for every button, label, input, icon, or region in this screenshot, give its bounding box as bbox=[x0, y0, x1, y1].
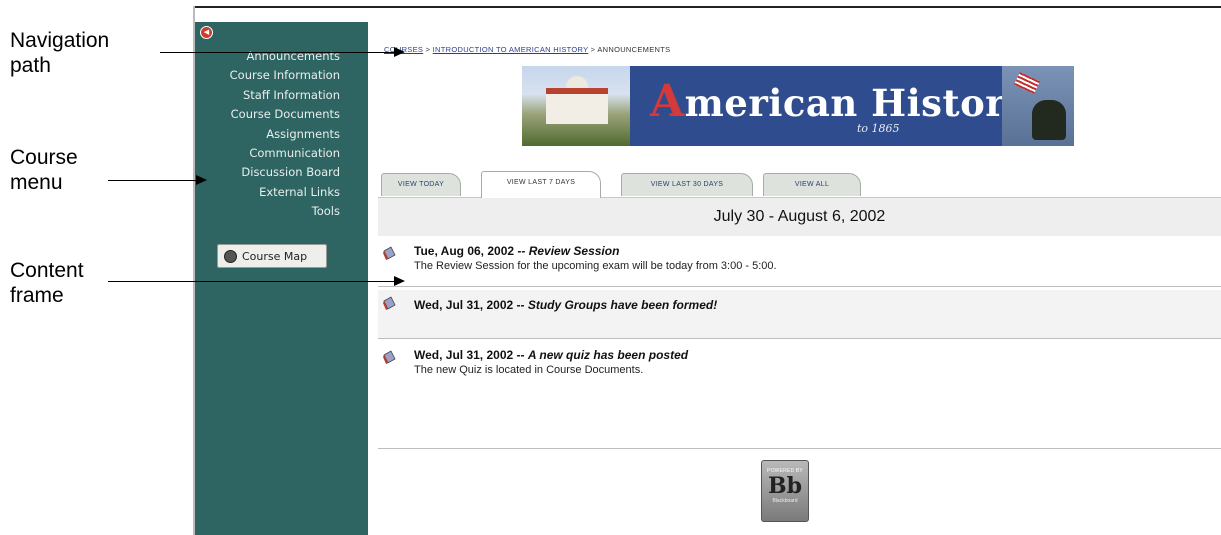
flag-icon bbox=[1014, 72, 1040, 94]
menu-item-staff-information[interactable]: Staff Information bbox=[230, 86, 340, 105]
annotation-content-frame: Content frame bbox=[10, 258, 84, 308]
menu-item-communication[interactable]: Communication bbox=[230, 144, 340, 163]
menu-item-discussion-board[interactable]: Discussion Board bbox=[230, 163, 340, 182]
menu-item-course-information[interactable]: Course Information bbox=[230, 66, 340, 85]
collapse-menu-icon[interactable]: ◀ bbox=[200, 26, 213, 39]
announcement-title: Tue, Aug 06, 2002 -- Review Session bbox=[414, 244, 619, 258]
annotation-arrow-line bbox=[160, 52, 394, 53]
course-menu: ◀ Announcements Course Information Staff… bbox=[195, 22, 368, 535]
course-map-icon bbox=[224, 250, 237, 263]
announcement-item: Wed, Jul 31, 2002 -- A new quiz has been… bbox=[378, 344, 1221, 384]
annotation-line1: Navigation bbox=[10, 29, 110, 52]
announcement-body: The Review Session for the upcoming exam… bbox=[414, 260, 777, 272]
blackboard-logo[interactable]: POWERED BY Bb Blackboard bbox=[761, 460, 809, 522]
announcement-item: Wed, Jul 31, 2002 -- Study Groups have b… bbox=[378, 290, 1221, 338]
announcement-divider bbox=[378, 286, 1221, 287]
announcement-title: Wed, Jul 31, 2002 -- Study Groups have b… bbox=[414, 298, 717, 312]
annotation-line2: frame bbox=[10, 284, 64, 307]
banner-title-initial: A bbox=[650, 76, 685, 127]
breadcrumb-course-link[interactable]: INTRODUCTION TO AMERICAN HISTORY bbox=[433, 45, 589, 54]
arrow-head-icon bbox=[196, 175, 207, 185]
breadcrumb-separator: > bbox=[425, 45, 431, 54]
window-top-border bbox=[193, 6, 1221, 8]
annotation-line1: Content bbox=[10, 259, 84, 282]
announcement-subject: Study Groups have been formed! bbox=[527, 298, 718, 312]
horse-rider-icon bbox=[1032, 100, 1066, 140]
bb-mark: Bb bbox=[768, 473, 802, 499]
announcement-megaphone-icon bbox=[383, 350, 396, 364]
course-map-label: Course Map bbox=[242, 250, 308, 263]
content-frame: COURSES > INTRODUCTION TO AMERICAN HISTO… bbox=[372, 22, 1221, 535]
annotation-arrow-line bbox=[108, 281, 394, 282]
annotation-arrow-line bbox=[108, 180, 196, 181]
menu-item-external-links[interactable]: External Links bbox=[230, 183, 340, 202]
menu-item-assignments[interactable]: Assignments bbox=[230, 125, 340, 144]
announcement-title: Wed, Jul 31, 2002 -- A new quiz has been… bbox=[414, 348, 688, 362]
monticello-photo bbox=[522, 66, 630, 146]
course-menu-list: Announcements Course Information Staff I… bbox=[230, 47, 340, 222]
banner-subtitle: to 1865 bbox=[857, 122, 900, 135]
course-map-button[interactable]: Course Map bbox=[217, 244, 327, 268]
annotation-line2: menu bbox=[10, 171, 63, 194]
tab-view-last-7-days[interactable]: VIEW LAST 7 DAYS bbox=[481, 171, 601, 198]
arrow-head-icon bbox=[394, 47, 405, 57]
announcement-date: Wed, Jul 31, 2002 -- bbox=[414, 298, 528, 312]
announcement-subject: Review Session bbox=[528, 244, 620, 258]
tab-view-all[interactable]: VIEW ALL bbox=[763, 173, 861, 196]
banner-title-rest: merican History bbox=[684, 81, 1028, 125]
footer-divider bbox=[378, 448, 1221, 449]
announcement-date: Wed, Jul 31, 2002 -- bbox=[414, 348, 528, 362]
rider-photo bbox=[1002, 66, 1074, 146]
annotation-course-menu: Course menu bbox=[10, 145, 78, 195]
announcement-megaphone-icon bbox=[383, 246, 396, 260]
breadcrumb-separator: > bbox=[590, 45, 596, 54]
menu-item-tools[interactable]: Tools bbox=[230, 202, 340, 221]
breadcrumb: COURSES > INTRODUCTION TO AMERICAN HISTO… bbox=[384, 45, 670, 54]
menu-item-announcements[interactable]: Announcements bbox=[230, 47, 340, 66]
banner-house-shape bbox=[546, 88, 608, 124]
announcement-megaphone-icon bbox=[383, 296, 396, 310]
announcement-item: Tue, Aug 06, 2002 -- Review Session The … bbox=[378, 242, 1221, 282]
announcement-subject: A new quiz has been posted bbox=[527, 348, 689, 362]
tab-view-last-30-days[interactable]: VIEW LAST 30 DAYS bbox=[621, 173, 753, 196]
arrow-head-icon bbox=[394, 276, 405, 286]
breadcrumb-current: ANNOUNCEMENTS bbox=[597, 45, 671, 54]
annotation-line2: path bbox=[10, 54, 51, 77]
announcement-body: The new Quiz is located in Course Docume… bbox=[414, 364, 644, 376]
announcement-divider bbox=[378, 338, 1221, 339]
banner-title: American History bbox=[650, 76, 1027, 127]
menu-item-course-documents[interactable]: Course Documents bbox=[230, 105, 340, 124]
course-banner: American History to 1865 bbox=[522, 66, 1074, 146]
tab-view-today[interactable]: VIEW TODAY bbox=[381, 173, 461, 196]
annotation-navigation-path: Navigation path bbox=[10, 28, 109, 78]
annotation-line1: Course bbox=[10, 146, 78, 169]
date-range-header: July 30 - August 6, 2002 bbox=[378, 197, 1221, 236]
announcement-date: Tue, Aug 06, 2002 -- bbox=[414, 244, 529, 258]
